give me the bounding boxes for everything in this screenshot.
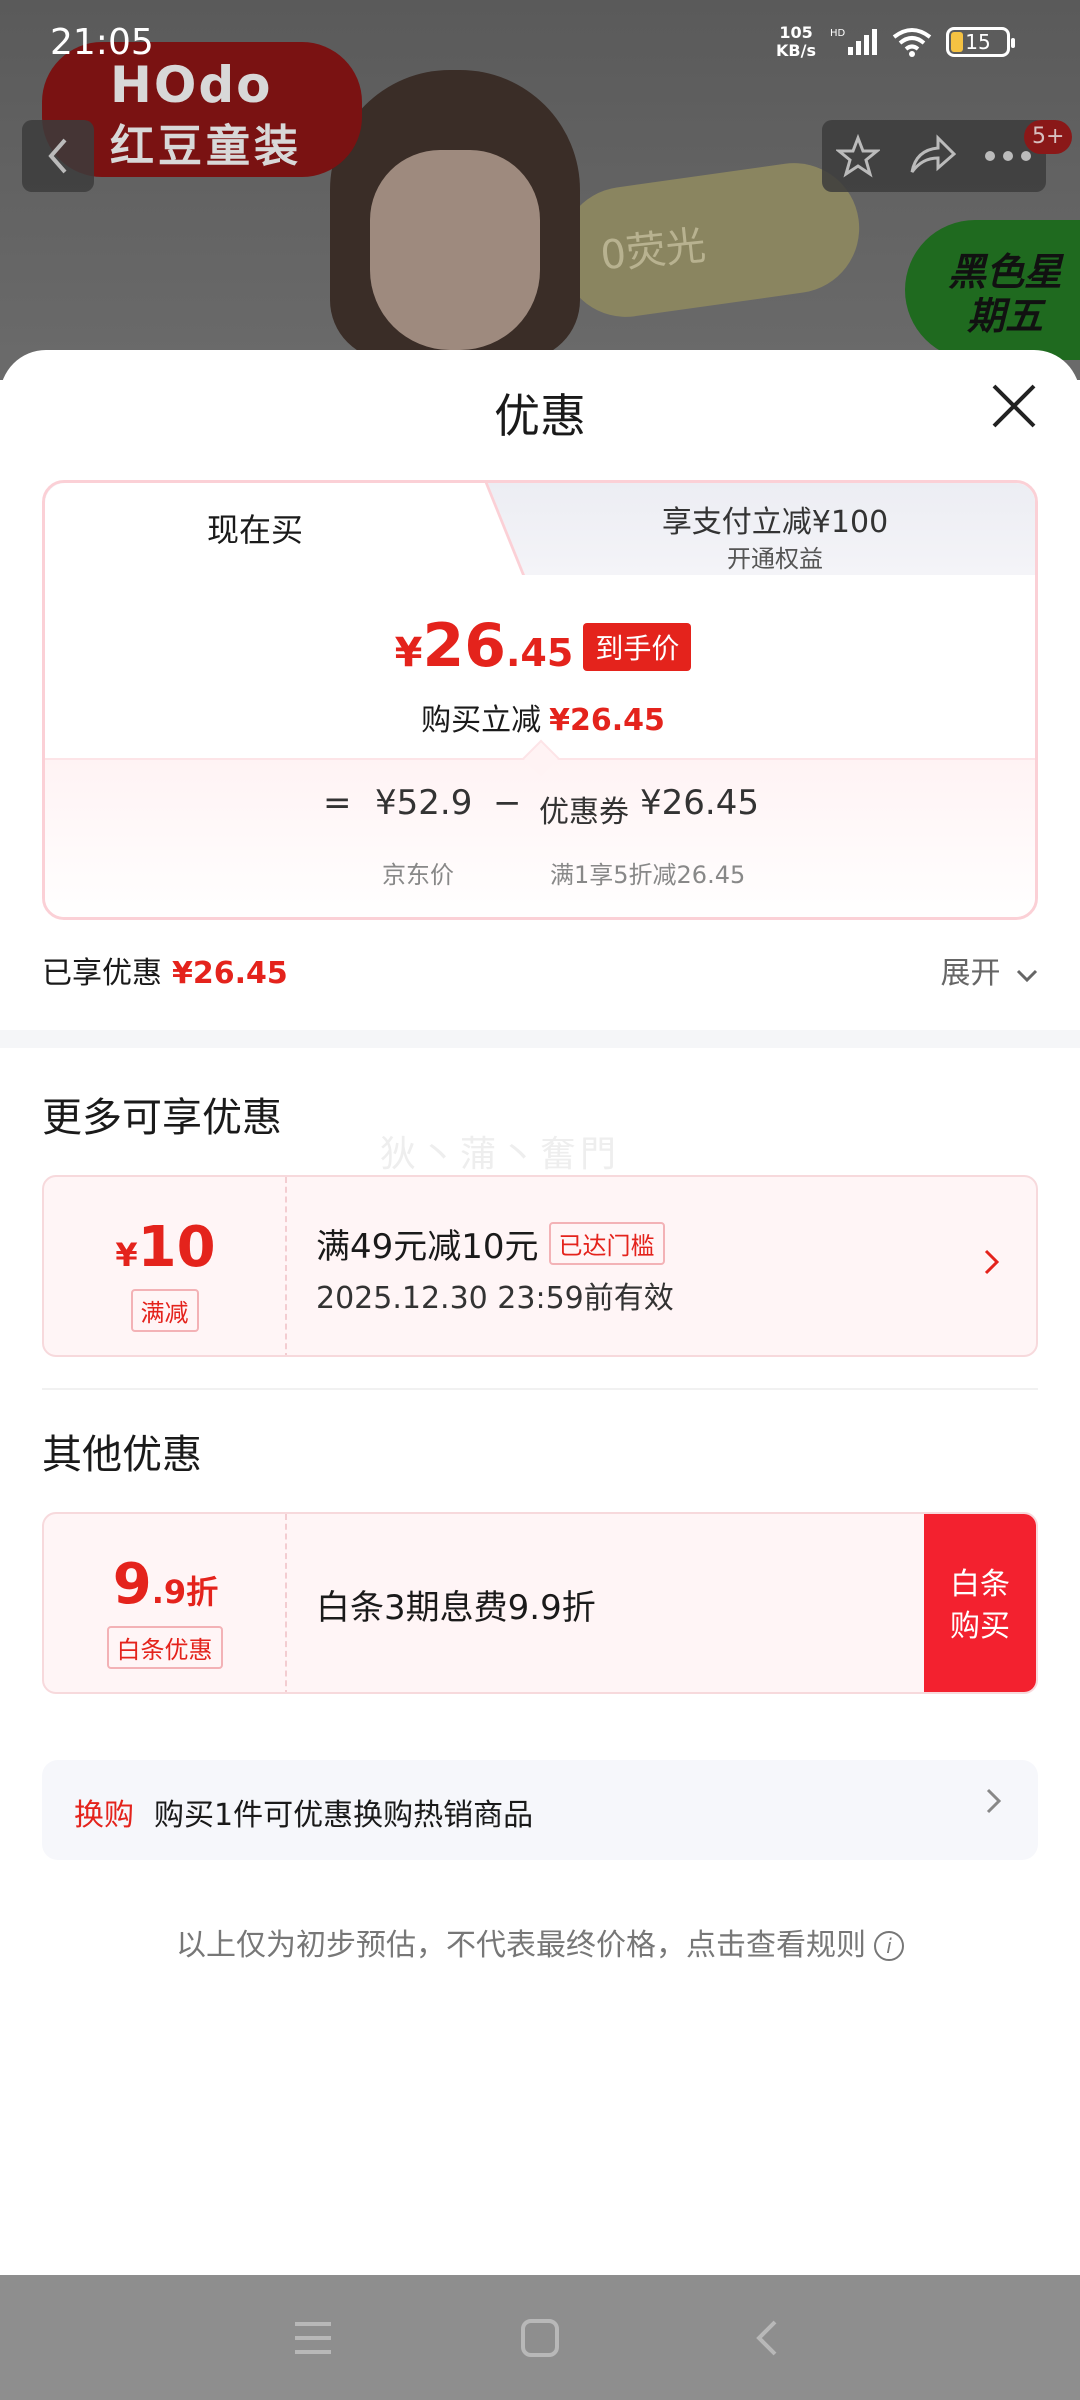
coupon-amount: ¥10 — [115, 1215, 216, 1280]
share-icon[interactable] — [908, 134, 956, 178]
nav-back-icon — [755, 2320, 777, 2355]
back-button[interactable] — [22, 120, 94, 192]
battery-indicator: 15 — [946, 27, 1015, 57]
svg-text:HD: HD — [830, 28, 846, 39]
swap-purchase-row[interactable]: 换购 购买1件可优惠换购热销商品 — [42, 1760, 1038, 1860]
coupon-amount-area: ¥10 满减 — [44, 1177, 287, 1355]
jd-price-label: 京东价 — [382, 861, 454, 889]
final-price-row: ¥26.45 到手价 — [45, 611, 1035, 681]
expand-button[interactable]: 展开 — [940, 948, 1038, 992]
back-arrow-icon — [48, 138, 67, 174]
brand-logo-latin: HOdo — [110, 56, 273, 114]
section-divider — [0, 1030, 1080, 1048]
star-icon[interactable] — [836, 134, 880, 178]
coupon-label: 优惠券 — [539, 795, 629, 830]
nav-back-button[interactable] — [737, 2308, 797, 2368]
model-photo-face — [370, 150, 540, 350]
offers-sheet: 优惠 享支付立减¥100 开通权益 现在买 ¥26.45 到手价 购买立减 ¥26… — [0, 350, 1080, 2275]
enjoyed-discount: 已享优惠 ¥26.45 — [42, 956, 288, 991]
baitiao-tag: 白条优惠 — [106, 1626, 223, 1669]
chevron-right-icon — [986, 1788, 1002, 1814]
network-speed: 105 KB/s — [776, 23, 816, 60]
wifi-icon — [892, 28, 932, 57]
close-icon[interactable] — [988, 380, 1040, 432]
header-actions — [822, 120, 1046, 192]
status-time: 21:05 — [50, 22, 154, 63]
chevron-right-icon[interactable] — [982, 1247, 1002, 1277]
coupon-type-tag: 满减 — [130, 1289, 199, 1332]
other-offers-title: 其他优惠 — [42, 1432, 202, 1478]
system-nav-bar — [0, 2275, 1080, 2400]
swap-text: 购买1件可优惠换购热销商品 — [154, 1798, 534, 1833]
tab-buy-now-label[interactable]: 现在买 — [45, 505, 465, 551]
brand-logo-chinese: 红豆童装 — [110, 121, 302, 172]
watermark: 狄丶蒲丶奮門 — [380, 1134, 621, 1175]
final-price-tag: 到手价 — [583, 623, 692, 671]
final-price: ¥26.45 — [394, 611, 574, 681]
baitiao-offer-card[interactable]: 9.9折 白条优惠 白条3期息费9.9折 白条 购买 — [42, 1512, 1038, 1694]
coupon-validity: 2025.12.30 23:59前有效 — [316, 1281, 674, 1316]
coupon-rule: 满1享5折减26.45 — [550, 861, 746, 889]
menu-icon — [295, 2321, 332, 2354]
equals-sign: = — [323, 783, 352, 823]
chevron-down-icon — [1016, 969, 1038, 983]
tab-pay-benefit-sub[interactable]: 开通权益 — [565, 539, 985, 574]
jd-price-value: ¥52.9 — [375, 783, 473, 823]
menu-button[interactable] — [283, 2308, 343, 2368]
decor-blob-text: 0荧光 — [598, 222, 708, 280]
info-icon[interactable]: i — [874, 1931, 904, 1961]
sheet-title: 优惠 — [494, 389, 586, 443]
disclaimer[interactable]: 以上仅为初步预估，不代表最终价格，点击查看规则 i — [0, 1920, 1080, 1964]
home-icon — [520, 2318, 559, 2357]
price-formula — [45, 758, 1035, 917]
message-badge: 5+ — [1024, 120, 1073, 154]
instant-discount: 购买立减 ¥26.45 — [421, 703, 665, 738]
coupon-value: ¥26.45 — [640, 783, 759, 823]
baitiao-discount: 9.9折 — [112, 1552, 219, 1617]
baitiao-buy-button[interactable]: 白条 购买 — [924, 1514, 1036, 1692]
minus-sign: − — [493, 783, 522, 823]
promo-badge-text: 黑色星期五 — [947, 250, 1062, 338]
coupon-card[interactable]: ¥10 满减 满49元减10元 已达门槛 2025.12.30 23:59前有效 — [42, 1175, 1038, 1357]
tab-pay-benefit-title[interactable]: 享支付立减¥100 — [565, 497, 985, 541]
price-breakdown-card: 享支付立减¥100 开通权益 现在买 ¥26.45 到手价 购买立减 ¥26.45… — [42, 480, 1038, 920]
more-offers-title: 更多可享优惠 — [42, 1095, 282, 1141]
home-button[interactable] — [510, 2308, 570, 2368]
coupon-title: 满49元减10元 已达门槛 — [316, 1219, 665, 1268]
product-header-background: 0荧光 黑色星期五 HOdo 红豆童装 21:05 105 KB/s HD 15 — [0, 0, 1080, 380]
signal-icon: HD — [830, 28, 877, 55]
threshold-reached-tag: 已达门槛 — [548, 1222, 665, 1265]
baitiao-amount-area: 9.9折 白条优惠 — [44, 1514, 287, 1692]
baitiao-desc: 白条3期息费9.9折 — [316, 1588, 596, 1628]
status-indicators: 105 KB/s HD 15 — [776, 23, 1015, 60]
swap-label: 换购 — [74, 1798, 134, 1833]
divider — [42, 1388, 1038, 1390]
more-icon[interactable] — [984, 149, 1032, 163]
